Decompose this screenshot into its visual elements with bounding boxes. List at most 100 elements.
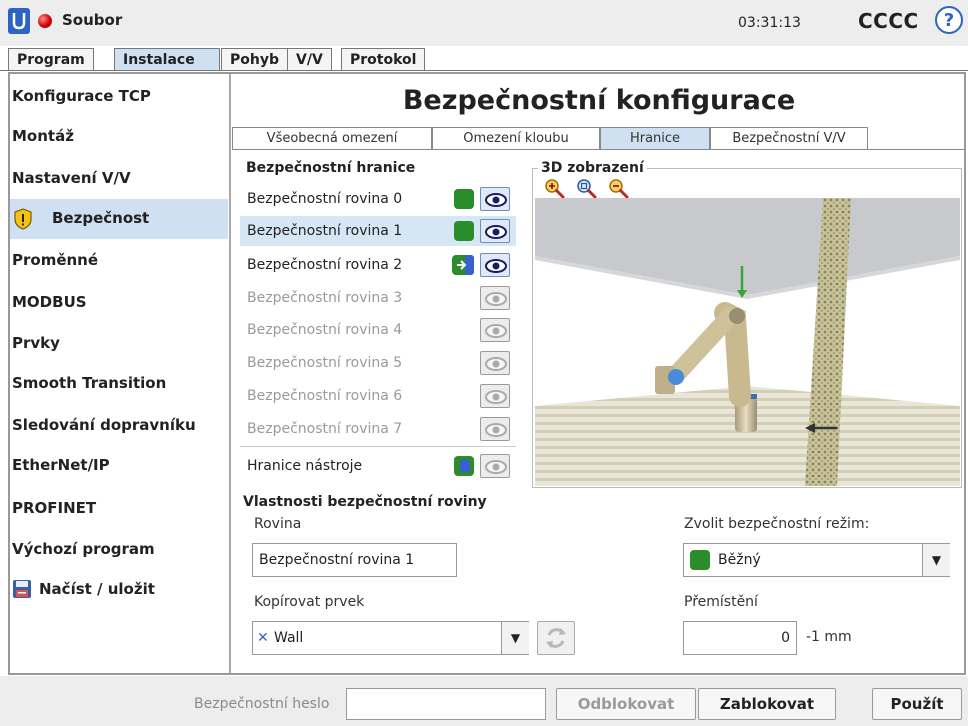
sidebar-item-tcp-config[interactable]: Konfigurace TCP <box>10 77 228 115</box>
copy-feature-value: Wall <box>274 630 304 646</box>
sidebar-item-variables[interactable]: Proměnné <box>10 241 228 279</box>
visibility-eye-toggle[interactable] <box>480 253 510 277</box>
tool-mode-icon <box>454 456 474 476</box>
plane-label: Bezpečnostní rovina 7 <box>247 421 403 437</box>
unlock-button[interactable]: Odblokovat <box>556 688 696 720</box>
plane-row-1[interactable]: Bezpečnostní rovina 1 <box>240 216 516 246</box>
displacement-field[interactable]: 0 <box>683 621 797 655</box>
visibility-eye-toggle[interactable] <box>480 219 510 243</box>
plane-label: Bezpečnostní rovina 2 <box>247 257 403 273</box>
plane-label: Bezpečnostní rovina 6 <box>247 388 403 404</box>
list-divider <box>240 446 516 447</box>
boundaries-heading: Bezpečnostní hranice <box>246 160 416 176</box>
eye-icon <box>485 423 507 437</box>
plane-row-2[interactable]: Bezpečnostní rovina 2 <box>240 250 516 280</box>
visibility-eye-toggle[interactable] <box>480 286 510 310</box>
tab-divider <box>0 70 968 71</box>
displacement-label: Přemístění <box>684 594 758 610</box>
eye-icon <box>485 357 507 371</box>
sidebar-item-default-program[interactable]: Výchozí program <box>10 530 228 568</box>
plane-row-4[interactable]: Bezpečnostní rovina 4 <box>240 315 516 345</box>
password-input[interactable] <box>346 688 546 720</box>
subtab-divider <box>232 149 964 150</box>
sidebar-item-modbus[interactable]: MODBUS <box>10 283 228 321</box>
safety-mode-label: Zvolit bezpečnostní režim: <box>684 516 870 532</box>
plane-label: Bezpečnostní rovina 3 <box>247 290 403 306</box>
visibility-eye-toggle[interactable] <box>480 454 510 478</box>
tab-safety-io[interactable]: Bezpečnostní V/V <box>710 127 868 149</box>
robot-name: CCCC <box>858 9 919 33</box>
eye-icon <box>485 259 507 273</box>
trigger-mode-icon <box>452 255 474 275</box>
sidebar-item-profinet[interactable]: PROFINET <box>10 489 228 527</box>
plane-label: Bezpečnostní rovina 0 <box>247 191 403 207</box>
3d-scene[interactable] <box>535 198 960 486</box>
sidebar-item-label: Načíst / uložit <box>39 580 155 598</box>
plane-row-3[interactable]: Bezpečnostní rovina 3 <box>240 283 516 313</box>
plane-label: Rovina <box>254 516 302 532</box>
tab-boundaries[interactable]: Hranice <box>600 127 710 149</box>
feature-x-icon: ✕ <box>257 630 269 646</box>
tab-general-limits[interactable]: Všeobecná omezení <box>232 127 432 149</box>
lock-button[interactable]: Zablokovat <box>698 688 836 720</box>
title-bar <box>0 0 968 46</box>
tab-joint-limits[interactable]: Omezení kloubu <box>432 127 600 149</box>
sidebar-item-smooth-transition[interactable]: Smooth Transition <box>10 364 228 402</box>
sidebar-item-io-setup[interactable]: Nastavení V/V <box>10 159 228 197</box>
properties-heading: Vlastnosti bezpečnostní roviny <box>243 494 487 510</box>
sidebar-item-label: Bezpečnost <box>52 209 150 227</box>
error-status-icon[interactable] <box>38 14 52 28</box>
password-label: Bezpečnostní heslo <box>194 696 330 712</box>
displacement-unit: -1 mm <box>806 629 852 645</box>
visibility-eye-toggle[interactable] <box>480 318 510 342</box>
refresh-icon <box>546 628 566 648</box>
zoom-out-icon[interactable] <box>608 178 630 200</box>
chevron-down-icon: ▼ <box>922 544 950 576</box>
sidebar-divider <box>229 74 231 673</box>
copy-feature-label: Kopírovat prvek <box>254 594 365 610</box>
zoom-fit-icon[interactable] <box>576 178 598 200</box>
eye-icon <box>485 460 507 474</box>
eye-icon <box>485 225 507 239</box>
safety-mode-select[interactable]: Běžný ▼ <box>683 543 950 577</box>
sidebar-item-ethernet-ip[interactable]: EtherNet/IP <box>10 446 228 484</box>
clock: 03:31:13 <box>738 15 801 31</box>
3d-view-legend: 3D zobrazení <box>538 160 647 176</box>
plane-row-0[interactable]: Bezpečnostní rovina 0 <box>240 184 516 214</box>
help-button[interactable]: ? <box>935 6 963 34</box>
plane-row-7[interactable]: Bezpečnostní rovina 7 <box>240 414 516 444</box>
visibility-eye-toggle[interactable] <box>480 351 510 375</box>
ur-logo-icon <box>8 8 30 34</box>
plane-row-6[interactable]: Bezpečnostní rovina 6 <box>240 381 516 411</box>
copy-feature-select[interactable]: ✕ Wall ▼ <box>252 621 529 655</box>
sidebar-item-load-save[interactable]: Načíst / uložit <box>10 570 228 608</box>
normal-mode-icon <box>454 221 474 241</box>
page-title: Bezpečnostní konfigurace <box>402 85 796 116</box>
chevron-down-icon: ▼ <box>501 622 529 654</box>
visibility-eye-toggle[interactable] <box>480 384 510 408</box>
normal-mode-icon <box>690 550 710 570</box>
plane-name-field[interactable]: Bezpečnostní rovina 1 <box>252 543 457 577</box>
sidebar-item-features[interactable]: Prvky <box>10 324 228 362</box>
warning-shield-icon <box>14 208 32 230</box>
tab-log[interactable]: Protokol <box>341 48 426 71</box>
visibility-eye-toggle[interactable] <box>480 417 510 441</box>
save-disk-icon <box>13 580 31 598</box>
tool-boundary-row[interactable]: Hranice nástroje <box>240 451 516 481</box>
normal-mode-icon <box>454 189 474 209</box>
refresh-button[interactable] <box>537 621 575 655</box>
tab-io[interactable]: V/V <box>287 48 332 71</box>
visibility-eye-toggle[interactable] <box>480 187 510 211</box>
file-menu[interactable]: Soubor <box>62 11 122 29</box>
sidebar-item-safety[interactable]: Bezpečnost <box>10 199 228 239</box>
tab-installation[interactable]: Instalace <box>114 48 220 71</box>
tab-move[interactable]: Pohyb <box>221 48 288 71</box>
zoom-in-icon[interactable] <box>544 178 566 200</box>
plane-label: Bezpečnostní rovina 5 <box>247 355 403 371</box>
apply-button[interactable]: Použít <box>872 688 962 720</box>
sidebar-item-conveyor-tracking[interactable]: Sledování dopravníku <box>10 406 228 444</box>
sidebar-item-mounting[interactable]: Montáž <box>10 117 228 155</box>
eye-icon <box>485 193 507 207</box>
plane-row-5[interactable]: Bezpečnostní rovina 5 <box>240 348 516 378</box>
tab-program[interactable]: Program <box>8 48 94 71</box>
